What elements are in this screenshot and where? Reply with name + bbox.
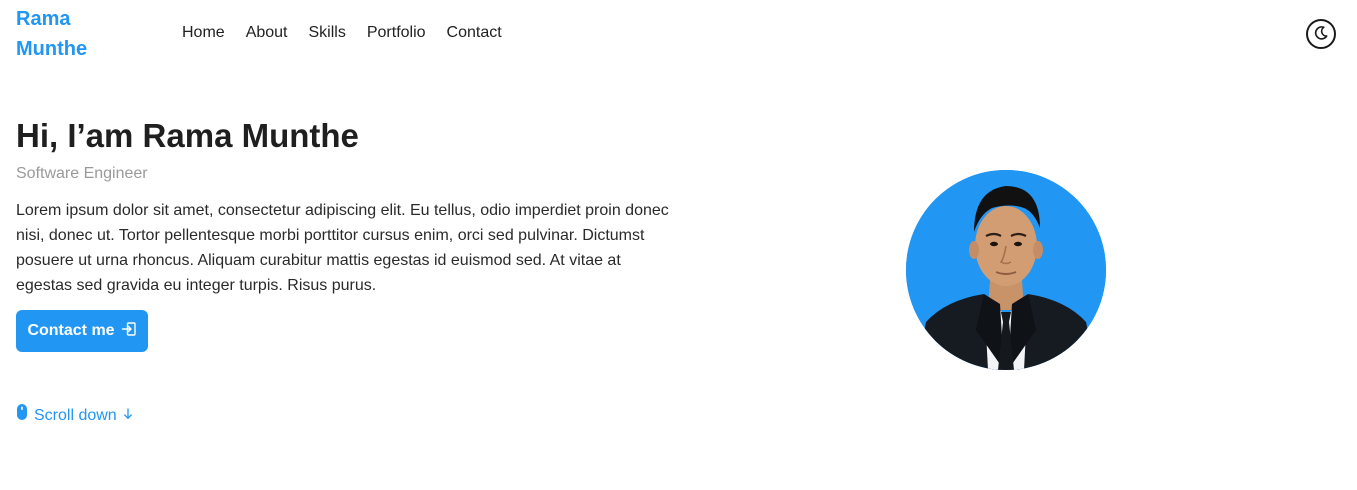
arrow-down-icon — [123, 405, 133, 427]
nav-link-portfolio[interactable]: Portfolio — [367, 22, 426, 44]
theme-toggle-button[interactable] — [1306, 19, 1336, 49]
nav-link-about[interactable]: About — [246, 22, 288, 44]
send-icon — [121, 321, 137, 342]
hero-description: Lorem ipsum dolor sit amet, consectetur … — [16, 202, 669, 294]
hero-subtitle: Software Engineer — [16, 165, 148, 182]
mouse-icon — [16, 403, 28, 428]
nav-link-skills[interactable]: Skills — [309, 22, 346, 44]
hero-title: Hi, I’am Rama Munthe — [16, 117, 359, 154]
main-nav: Home About Skills Portfolio Contact — [182, 22, 502, 44]
portfolio-page: Rama Munthe Home About Skills Portfolio … — [0, 0, 1357, 490]
site-logo[interactable]: Rama Munthe — [16, 4, 126, 64]
nav-link-contact[interactable]: Contact — [447, 22, 502, 44]
scroll-down-link[interactable]: Scroll down — [16, 403, 133, 428]
site-header: Rama Munthe Home About Skills Portfolio … — [0, 0, 1357, 66]
moon-icon — [1313, 25, 1329, 44]
contact-me-button[interactable]: Contact me — [16, 310, 148, 352]
nav-link-home[interactable]: Home — [182, 22, 225, 44]
contact-button-label: Contact me — [27, 322, 115, 339]
profile-photo — [906, 170, 1106, 370]
scroll-down-label: Scroll down — [34, 406, 117, 424]
